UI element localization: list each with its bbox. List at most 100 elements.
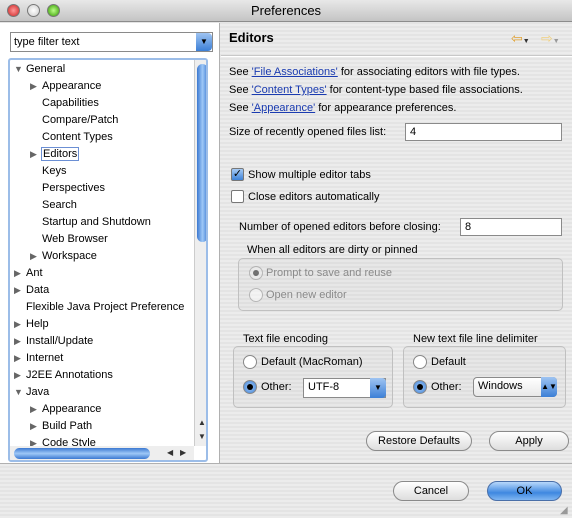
ok-button[interactable]: OK (487, 481, 562, 501)
tree-item[interactable]: ▶ Build Path (30, 418, 92, 435)
disclosure-collapsed-icon[interactable]: ▶ (30, 78, 42, 95)
open-new-editor-radio[interactable] (249, 288, 263, 302)
header-separator (221, 55, 572, 57)
tree-item[interactable]: ▶ Workspace (30, 248, 97, 265)
tree-item-label: General (26, 63, 66, 75)
show-tabs-checkbox[interactable]: ✓ (231, 168, 244, 181)
show-tabs-label: Show multiple editor tabs (248, 169, 371, 181)
horizontal-scrollbar[interactable]: ◀ ▶ (10, 446, 194, 460)
disclosure-collapsed-icon[interactable]: ▶ (30, 146, 42, 163)
disclosure-expanded-icon[interactable]: ▼ (14, 61, 26, 78)
tree-item[interactable]: Compare/Patch (30, 112, 118, 129)
tree-item[interactable]: ▶ Editors (30, 146, 80, 163)
title-bar: Preferences (0, 0, 572, 22)
encoding-default-radio[interactable] (243, 355, 257, 369)
delimiter-popup[interactable]: Windows ▲▼ (473, 377, 557, 397)
preference-tree[interactable]: ▼ General ▶ Appearance Capabilities Compare/P… (8, 58, 208, 462)
tree-item[interactable]: ▶ Internet (14, 350, 63, 367)
tree-item[interactable]: ▶ Data (14, 282, 49, 299)
tree-item-label: Capabilities (42, 97, 99, 109)
appearance-link[interactable]: 'Appearance' (252, 102, 316, 114)
content-types-line: See 'Content Types' for content-type bas… (229, 84, 523, 96)
tree-item-label: Ant (26, 267, 43, 279)
prompt-reuse-label: Prompt to save and reuse (266, 267, 392, 279)
tree-item[interactable]: ▶ J2EE Annotations (14, 367, 113, 384)
disclosure-collapsed-icon[interactable]: ▶ (30, 401, 42, 418)
vertical-scrollbar[interactable]: ▲ ▼ (194, 60, 206, 446)
scroll-down-icon[interactable]: ▼ (198, 432, 206, 441)
filter-dropdown-button[interactable]: ▼ (196, 33, 212, 51)
encoding-other-radio[interactable] (243, 380, 257, 394)
scroll-up-icon[interactable]: ▲ (198, 418, 206, 427)
tree-item[interactable]: Web Browser (30, 231, 108, 248)
close-auto-label: Close editors automatically (248, 191, 380, 203)
prompt-reuse-radio[interactable] (249, 266, 263, 280)
tree-item[interactable]: ▶ Help (14, 316, 49, 333)
page-title: Editors (229, 30, 274, 45)
encoding-default-label: Default (MacRoman) (261, 356, 363, 368)
file-associations-line: See 'File Associations' for associating … (229, 66, 520, 78)
tree-item[interactable]: ▼ Java (14, 384, 49, 401)
tree-item[interactable]: ▶ Appearance (30, 78, 101, 95)
disclosure-collapsed-icon[interactable]: ▶ (14, 282, 26, 299)
tree-item[interactable]: ▼ General (14, 61, 65, 78)
back-arrow-icon[interactable]: ⇦▼ (511, 30, 530, 47)
up-down-arrows-icon[interactable]: ▲▼ (541, 377, 557, 397)
restore-defaults-button[interactable]: Restore Defaults (366, 431, 472, 451)
delimiter-other-label: Other: (431, 381, 462, 393)
resize-grip-icon[interactable]: ◢ (560, 505, 568, 516)
delimiter-default-radio[interactable] (413, 355, 427, 369)
tree-item-label: Install/Update (26, 335, 94, 347)
file-associations-link[interactable]: 'File Associations' (252, 66, 338, 78)
tree-item-label: Content Types (42, 131, 113, 143)
tree-item-label: Search (42, 199, 77, 211)
disclosure-collapsed-icon[interactable]: ▶ (14, 367, 26, 384)
tree-item[interactable]: Capabilities (30, 95, 99, 112)
disclosure-collapsed-icon[interactable]: ▶ (30, 248, 42, 265)
chevron-down-icon[interactable]: ▼ (370, 378, 386, 398)
disclosure-collapsed-icon[interactable]: ▶ (30, 418, 42, 435)
horizontal-scroll-thumb[interactable] (14, 448, 150, 459)
tree-item[interactable]: ▶ Ant (14, 265, 43, 282)
dirty-group-label: When all editors are dirty or pinned (247, 244, 418, 256)
close-auto-checkbox[interactable] (231, 190, 244, 203)
zoom-window-button[interactable] (47, 4, 60, 17)
filter-input[interactable] (10, 32, 213, 52)
tree-item[interactable]: Flexible Java Project Preference (14, 299, 184, 316)
num-editors-label: Number of opened editors before closing: (239, 221, 441, 233)
tree-item-label: Editors (40, 147, 80, 161)
vertical-scroll-thumb[interactable] (197, 64, 206, 242)
disclosure-collapsed-icon[interactable]: ▶ (14, 316, 26, 333)
delimiter-default-label: Default (431, 356, 466, 368)
tree-item[interactable]: Perspectives (30, 180, 105, 197)
disclosure-expanded-icon[interactable]: ▼ (14, 384, 26, 401)
disclosure-collapsed-icon[interactable]: ▶ (14, 265, 26, 282)
tree-item[interactable]: Startup and Shutdown (30, 214, 151, 231)
tree-item-label: Data (26, 284, 50, 296)
dirty-group (238, 258, 563, 311)
content-types-link[interactable]: 'Content Types' (252, 84, 327, 96)
encoding-combo[interactable]: UTF-8 ▼ (303, 378, 386, 398)
tree-item[interactable]: Search (30, 197, 77, 214)
close-window-button[interactable] (7, 4, 20, 17)
forward-arrow-icon[interactable]: ⇨▼ (541, 30, 560, 47)
tree-item-label: Web Browser (42, 233, 108, 245)
disclosure-collapsed-icon[interactable]: ▶ (14, 350, 26, 367)
footer-separator (0, 463, 572, 464)
tree-item[interactable]: Keys (30, 163, 66, 180)
num-editors-input[interactable] (460, 218, 562, 236)
scroll-left-icon[interactable]: ◀ (167, 448, 173, 457)
delimiter-other-radio[interactable] (413, 380, 427, 394)
recent-files-input[interactable] (405, 123, 562, 141)
minimize-window-button[interactable] (27, 4, 40, 17)
tree-item[interactable]: ▶ Appearance (30, 401, 101, 418)
cancel-button[interactable]: Cancel (393, 481, 469, 501)
disclosure-collapsed-icon[interactable]: ▶ (14, 333, 26, 350)
tree-item-label: Flexible Java Project Preference (26, 301, 185, 313)
tree-item[interactable]: ▶ Install/Update (14, 333, 93, 350)
apply-button[interactable]: Apply (489, 431, 569, 451)
appearance-line: See 'Appearance' for appearance preferen… (229, 102, 457, 114)
scroll-right-icon[interactable]: ▶ (180, 448, 186, 457)
encoding-value: UTF-8 (308, 381, 340, 393)
tree-item[interactable]: Content Types (30, 129, 113, 146)
